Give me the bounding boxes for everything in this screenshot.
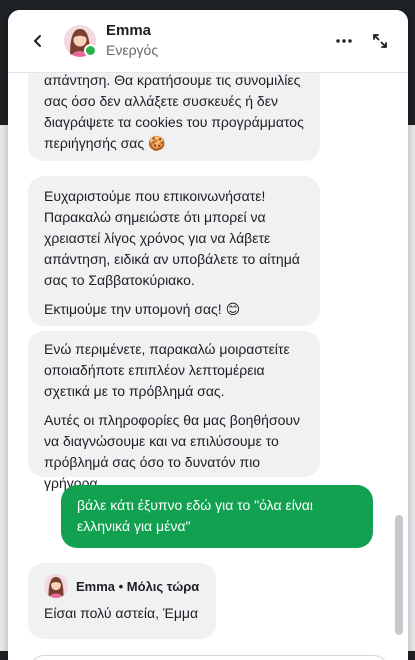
user-message: βάλε κάτι έξυπνο εδώ για το "όλα είναι ε… bbox=[61, 485, 373, 548]
agent-message: απάντηση. Θα κρατήσουμε τις συνομιλίες σ… bbox=[28, 73, 320, 161]
agent-status: Ενεργός bbox=[106, 42, 159, 58]
expand-button[interactable] bbox=[362, 21, 398, 61]
back-button[interactable] bbox=[18, 10, 58, 72]
chevron-left-icon bbox=[34, 35, 41, 47]
message-input[interactable] bbox=[30, 655, 388, 660]
expand-icon bbox=[373, 34, 387, 48]
avatar bbox=[44, 574, 68, 598]
message-text: Είσαι πολύ αστεία, Έμμα bbox=[44, 605, 199, 621]
more-options-button[interactable] bbox=[326, 21, 362, 61]
chat-header: Emma Ενεργός bbox=[8, 10, 408, 73]
agent-avatar-image bbox=[44, 574, 68, 598]
message-text: απάντηση. Θα κρατήσουμε τις συνομιλίες σ… bbox=[44, 73, 304, 151]
message-text: Αυτές οι πληροφορίες θα μας βοηθήσουν να… bbox=[44, 412, 301, 491]
message-text: Εκτιμούμε την υπομονή σας! 😊 bbox=[44, 301, 241, 317]
message-text: βάλε κάτι έξυπνο εδώ για το "όλα είναι ε… bbox=[77, 497, 314, 534]
message-header: Emma • Μόλις τώρα bbox=[44, 573, 200, 599]
avatar bbox=[64, 25, 97, 57]
message-text: Ενώ περιμένετε, παρακαλώ μοιραστείτε οπο… bbox=[44, 341, 290, 399]
chat-widget: Emma Ενεργός απάντηση. Θα κρατήσουμε τις… bbox=[8, 10, 408, 660]
message-list[interactable]: απάντηση. Θα κρατήσουμε τις συνομιλίες σ… bbox=[8, 73, 408, 660]
agent-message: Ενώ περιμένετε, παρακαλώ μοιραστείτε οπο… bbox=[28, 331, 320, 491]
agent-name: Emma bbox=[106, 22, 152, 39]
more-horizontal-icon bbox=[336, 39, 352, 43]
agent-message: Emma • Μόλις τώρα Είσαι πολύ αστεία, Έμμ… bbox=[28, 563, 216, 639]
agent-message: Ευχαριστούμε που επικοινωνήσατε! Παρακαλ… bbox=[28, 176, 320, 326]
message-author: Emma • Μόλις τώρα bbox=[76, 578, 200, 594]
agent-info: Emma Ενεργός bbox=[106, 22, 158, 60]
message-text: Ευχαριστούμε που επικοινωνήσατε! Παρακαλ… bbox=[44, 188, 300, 288]
online-status-dot bbox=[84, 44, 97, 57]
scrollbar[interactable] bbox=[395, 515, 403, 635]
